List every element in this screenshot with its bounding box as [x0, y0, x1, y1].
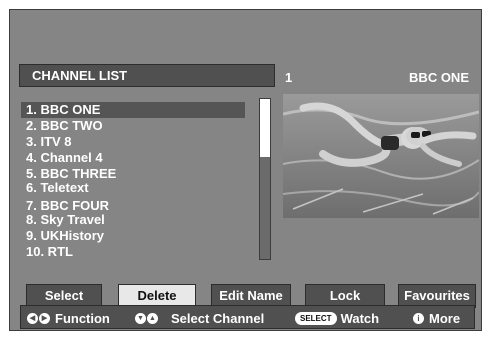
- watch-hint: SELECT Watch: [295, 310, 379, 326]
- select-channel-label: Select Channel: [171, 310, 265, 326]
- down-arrow-icon: ▼: [135, 312, 146, 324]
- select-key-icon: SELECT: [295, 311, 337, 325]
- key-help-bar: ◀ ▶ Function ▼ ▲ Select Channel SELECT W…: [20, 305, 475, 329]
- channel-item-6[interactable]: 6. Teletext: [21, 180, 245, 196]
- channel-item-1[interactable]: 1. BBC ONE: [21, 102, 245, 118]
- right-arrow-icon: ▶: [39, 312, 50, 324]
- channel-preview-video: [283, 94, 479, 218]
- channel-list-title: CHANNEL LIST: [32, 68, 128, 83]
- channel-list-header: CHANNEL LIST: [19, 64, 275, 87]
- channel-item-3[interactable]: 3. ITV 8: [21, 134, 245, 150]
- current-channel-number: 1: [285, 70, 293, 85]
- function-hint: ◀ ▶ Function: [27, 310, 110, 326]
- tv-menu-screen: CHANNEL LIST 1 BBC ONE 1. BBC ONE 2. BBC…: [9, 9, 482, 331]
- up-arrow-icon: ▲: [147, 312, 158, 324]
- scrollbar-thumb[interactable]: [260, 99, 270, 157]
- channel-item-10[interactable]: 10. RTL: [21, 244, 245, 260]
- channel-item-9[interactable]: 9. UKHistory: [21, 228, 245, 244]
- select-channel-hint: ▼ ▲ Select Channel: [135, 310, 264, 326]
- channel-list-scrollbar[interactable]: [259, 98, 271, 260]
- preview-image: [283, 94, 479, 218]
- left-arrow-icon: ◀: [27, 312, 38, 324]
- info-icon: i: [413, 312, 424, 324]
- channel-list: 1. BBC ONE 2. BBC TWO 3. ITV 8 4. Channe…: [21, 98, 257, 260]
- more-hint: i More: [413, 310, 460, 326]
- channel-item-2[interactable]: 2. BBC TWO: [21, 118, 245, 134]
- channel-item-4[interactable]: 4. Channel 4: [21, 150, 245, 166]
- current-channel-name: BBC ONE: [409, 70, 469, 85]
- more-label: More: [429, 310, 461, 326]
- channel-item-8[interactable]: 8. Sky Travel: [21, 212, 245, 228]
- watch-label: Watch: [340, 310, 380, 326]
- function-label: Function: [55, 310, 110, 326]
